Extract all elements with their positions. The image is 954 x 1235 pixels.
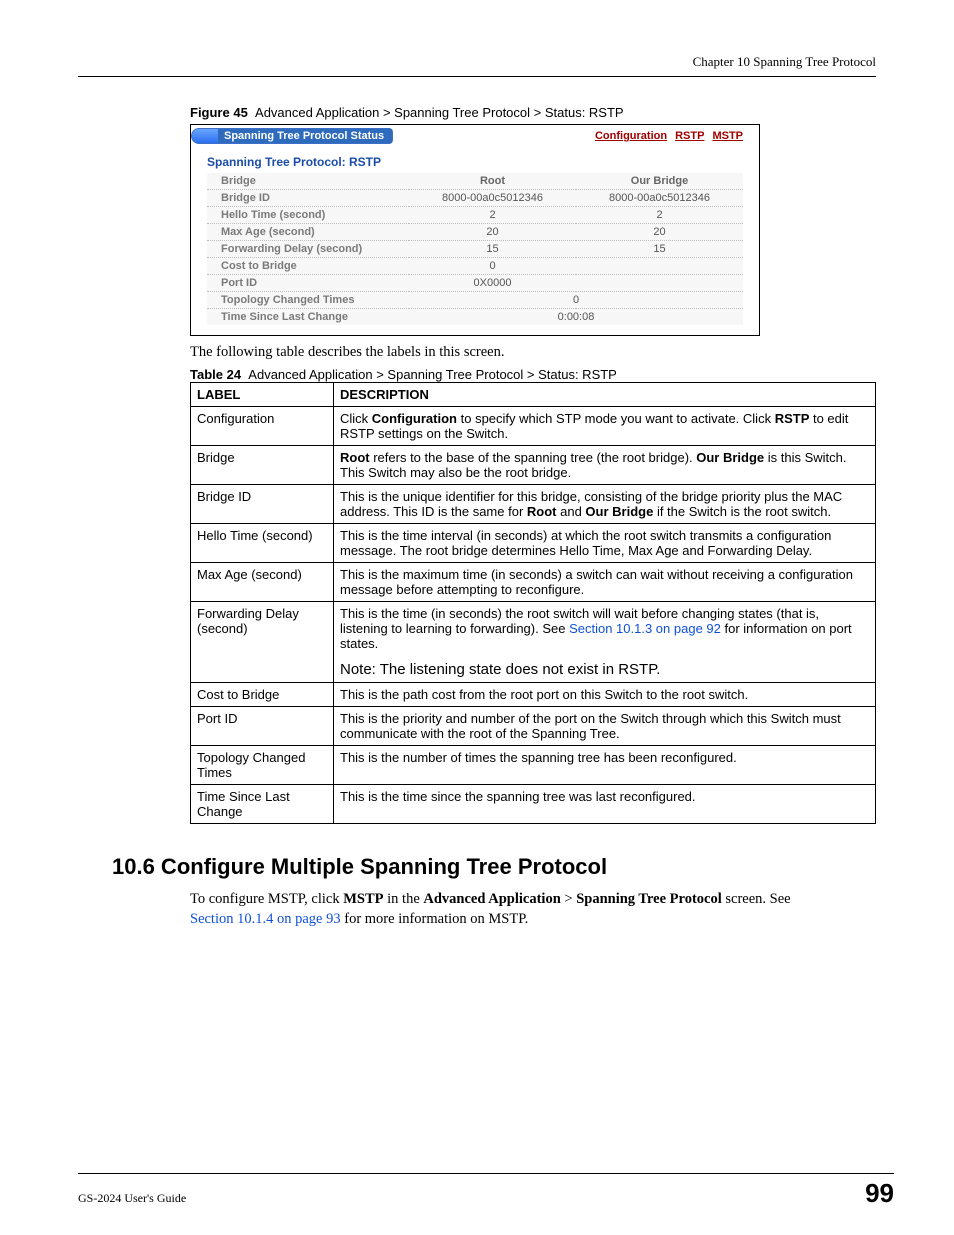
section-heading: 10.6 Configure Multiple Spanning Tree Pr… — [112, 854, 876, 880]
status-header-row: Bridge Root Our Bridge — [207, 173, 743, 190]
screenshot-nav: Configuration RSTP MSTP — [595, 130, 751, 142]
cell-value: 8000-00a0c5012346 — [409, 190, 576, 207]
cell-value — [576, 258, 743, 275]
cell-desc: This is the priority and number of the p… — [334, 707, 876, 746]
cell-label: Bridge — [191, 446, 334, 485]
section-paragraph: To configure MSTP, click MSTP in the Adv… — [190, 890, 798, 929]
cell-label: Port ID — [207, 275, 409, 292]
cell-label: Forwarding Delay (second) — [207, 241, 409, 258]
cell-desc: This is the maximum time (in seconds) a … — [334, 563, 876, 602]
pill-icon — [191, 128, 218, 144]
table-row: Bridge ID This is the unique identifier … — [191, 485, 876, 524]
cell-label: Configuration — [191, 407, 334, 446]
cell-label: Time Since Last Change — [191, 785, 334, 824]
table-label: Table 24 — [190, 367, 241, 382]
cell-desc: This is the number of times the spanning… — [334, 746, 876, 785]
cell-value: 20 — [409, 224, 576, 241]
table-row: Time Since Last Change This is the time … — [191, 785, 876, 824]
cell-desc: This is the unique identifier for this b… — [334, 485, 876, 524]
cell-label: Time Since Last Change — [207, 309, 409, 326]
cell-label: Bridge ID — [207, 190, 409, 207]
cell-desc: This is the time (in seconds) the root s… — [334, 602, 876, 683]
cell-value: 15 — [409, 241, 576, 258]
cell-value: 2 — [409, 207, 576, 224]
cell-label: Topology Changed Times — [207, 292, 409, 309]
row-hello: Hello Time (second) 2 2 — [207, 207, 743, 224]
cell-value: 0 — [409, 292, 743, 309]
table-row: Bridge Root refers to the base of the sp… — [191, 446, 876, 485]
cell-value — [576, 275, 743, 292]
cell-desc: Click Configuration to specify which STP… — [334, 407, 876, 446]
cell-label: Port ID — [191, 707, 334, 746]
cell-desc: This is the time interval (in seconds) a… — [334, 524, 876, 563]
screenshot-titlebar: Spanning Tree Protocol Status Configurat… — [191, 125, 759, 147]
row-fwd-delay: Forwarding Delay (second) 15 15 — [207, 241, 743, 258]
cell-label: Hello Time (second) — [191, 524, 334, 563]
table-caption-text: Advanced Application > Spanning Tree Pro… — [248, 367, 617, 382]
cell-label: Cost to Bridge — [191, 683, 334, 707]
status-col-root: Root — [409, 173, 576, 190]
cell-value: 0X0000 — [409, 275, 576, 292]
cell-value: 2 — [576, 207, 743, 224]
page-footer: GS-2024 User's Guide 99 — [78, 1173, 894, 1209]
row-cost: Cost to Bridge 0 — [207, 258, 743, 275]
figure-label: Figure 45 — [190, 105, 248, 120]
nav-rstp-link[interactable]: RSTP — [675, 130, 704, 142]
cell-label: Max Age (second) — [207, 224, 409, 241]
cell-value: 8000-00a0c5012346 — [576, 190, 743, 207]
desc-header-row: LABEL DESCRIPTION — [191, 383, 876, 407]
cell-label: Bridge ID — [191, 485, 334, 524]
breadcrumb-pill: Spanning Tree Protocol Status — [191, 128, 393, 144]
chapter-header: Chapter 10 Spanning Tree Protocol — [78, 54, 876, 77]
row-topology: Topology Changed Times 0 — [207, 292, 743, 309]
breadcrumb-title: Spanning Tree Protocol Status — [218, 128, 393, 144]
cell-label: Hello Time (second) — [207, 207, 409, 224]
footer-guide: GS-2024 User's Guide — [78, 1191, 186, 1206]
desc-note: Note: The listening state does not exist… — [340, 661, 869, 678]
cell-label: Max Age (second) — [191, 563, 334, 602]
cell-value: 15 — [576, 241, 743, 258]
cell-value: 20 — [576, 224, 743, 241]
status-col-our: Our Bridge — [576, 173, 743, 190]
table-row: Forwarding Delay (second) This is the ti… — [191, 602, 876, 683]
description-table: LABEL DESCRIPTION Configuration Click Co… — [190, 382, 876, 824]
table-row: Port ID This is the priority and number … — [191, 707, 876, 746]
table-caption: Table 24 Advanced Application > Spanning… — [190, 367, 876, 382]
lead-paragraph: The following table describes the labels… — [190, 344, 876, 361]
cell-value: 0 — [409, 258, 576, 275]
cell-desc: This is the path cost from the root port… — [334, 683, 876, 707]
cell-label: Topology Changed Times — [191, 746, 334, 785]
row-bridge-id: Bridge ID 8000-00a0c5012346 8000-00a0c50… — [207, 190, 743, 207]
table-row: Configuration Click Configuration to spe… — [191, 407, 876, 446]
section-link[interactable]: Section 10.1.4 on page 93 — [190, 911, 341, 927]
table-row: Hello Time (second) This is the time int… — [191, 524, 876, 563]
section-link[interactable]: Section 10.1.3 on page 92 — [569, 621, 721, 636]
cell-desc: This is the time since the spanning tree… — [334, 785, 876, 824]
cell-value: 0:00:08 — [409, 309, 743, 326]
figure-caption-text: Advanced Application > Spanning Tree Pro… — [255, 105, 624, 120]
status-table: Bridge Root Our Bridge Bridge ID 8000-00… — [207, 173, 743, 325]
cell-label: Cost to Bridge — [207, 258, 409, 275]
figure-caption: Figure 45 Advanced Application > Spannin… — [190, 105, 876, 120]
nav-mstp-link[interactable]: MSTP — [712, 130, 743, 142]
table-row: Max Age (second) This is the maximum tim… — [191, 563, 876, 602]
table-row: Cost to Bridge This is the path cost fro… — [191, 683, 876, 707]
row-since: Time Since Last Change 0:00:08 — [207, 309, 743, 326]
cell-desc: Root refers to the base of the spanning … — [334, 446, 876, 485]
status-screenshot: Spanning Tree Protocol Status Configurat… — [190, 124, 760, 336]
table-row: Topology Changed Times This is the numbe… — [191, 746, 876, 785]
desc-head-desc: DESCRIPTION — [334, 383, 876, 407]
row-port-id: Port ID 0X0000 — [207, 275, 743, 292]
row-max-age: Max Age (second) 20 20 — [207, 224, 743, 241]
page-number: 99 — [865, 1178, 894, 1209]
cell-label: Forwarding Delay (second) — [191, 602, 334, 683]
desc-head-label: LABEL — [191, 383, 334, 407]
status-col-bridge: Bridge — [207, 173, 409, 190]
nav-configuration-link[interactable]: Configuration — [595, 130, 667, 142]
screenshot-subheading: Spanning Tree Protocol: RSTP — [191, 147, 759, 173]
